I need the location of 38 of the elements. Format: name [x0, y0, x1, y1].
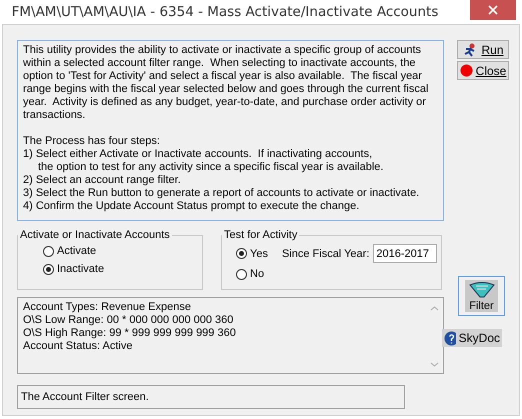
radio-button[interactable]: [236, 248, 247, 259]
description-line: within a selected account filter range. When selecting to inactivate accounts, the: [23, 57, 417, 70]
radio-option[interactable]: Inactivate: [43, 262, 202, 276]
description-line: range begins with the fiscal year selected below and goes through the current fiscal: [23, 83, 430, 96]
description-line: option to 'Test for Activity' and select a fiscal year is also available. The fiscal year: [23, 70, 423, 83]
filter-button[interactable]: Filter: [465, 280, 498, 312]
step-line: 1) Select either Activate or Inactivate accounts. If inactivating accounts,: [23, 148, 374, 161]
fiscal-year-field[interactable]: 2016-2017: [373, 244, 438, 263]
radio-button[interactable]: [236, 268, 247, 280]
help-button[interactable]: SkyDoc: [442, 329, 502, 347]
run-button[interactable]: Run: [457, 40, 509, 59]
stop-icon: [460, 64, 473, 77]
status-bar: The Account Filter screen.: [17, 385, 405, 409]
description-line: This utility provides the ability to activate or inactivate a specific group of accounts: [23, 44, 422, 57]
steps-heading: The Process has four steps:: [23, 135, 161, 148]
filter-summary-line: Account Types: Revenue Expense: [23, 301, 192, 314]
radio-option[interactable]: Activate: [43, 244, 202, 258]
step-line: 4) Confirm the Update Account Status prompt to execute the change.: [23, 200, 360, 213]
group-title: Activate or Inactivate Accounts: [19, 229, 171, 241]
fiscal-year-label: Since Fiscal Year:: [282, 248, 370, 260]
radio-button[interactable]: [43, 264, 54, 274]
close-button[interactable]: Close: [457, 61, 509, 80]
filter-summary-line: O\S Low Range: 00 * 000 000 000 000 360: [23, 314, 234, 327]
radio-option[interactable]: Yes: [236, 246, 268, 260]
help-icon: [444, 330, 456, 346]
description-line: year. Activity is defined as any budget, year-to-date, and purchase order activity or: [23, 96, 427, 109]
step-line: 3) Select the Run button to generate a report of accounts to activate or inactivate.: [23, 187, 420, 200]
funnel-icon: [468, 282, 496, 300]
step-line: the option to test for any activity since a specific fiscal year is available.: [37, 161, 384, 174]
step-line: 2) Select an account range filter.: [23, 174, 182, 187]
radio-option[interactable]: No: [236, 267, 441, 281]
close-icon[interactable]: [470, 0, 516, 20]
window-title: FM\AM\UT\AM\AU\IA - 6354 - Mass Activate/Inactivate Accounts: [10, 4, 440, 20]
filter-summary-line: Account Status: Active: [23, 340, 134, 353]
radio-button[interactable]: [43, 246, 54, 256]
filter-summary-line: O\S High Range: 99 * 999 999 999 999 360: [23, 327, 237, 340]
group-title: Test for Activity: [223, 229, 298, 241]
description-line: transactions.: [23, 109, 86, 122]
